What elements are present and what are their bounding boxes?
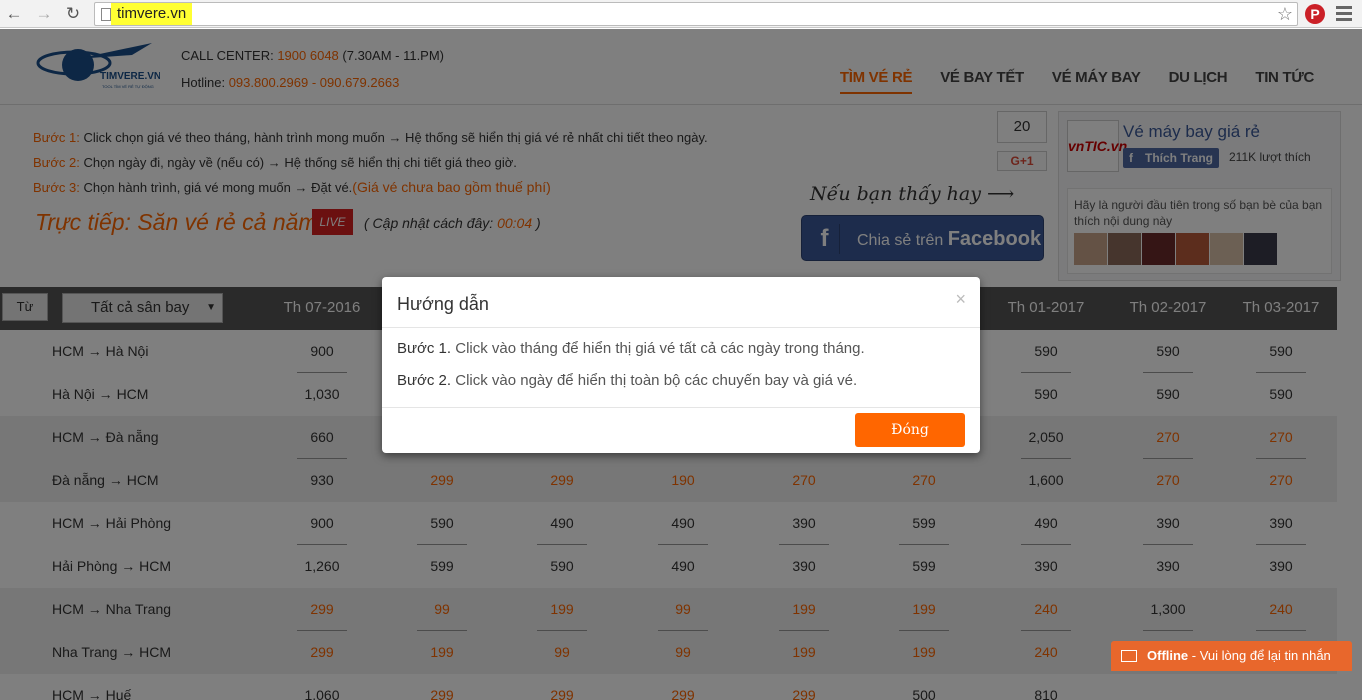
pinterest-icon[interactable]: P: [1305, 4, 1325, 24]
modal-step-text: Click vào ngày để hiển thị toàn bộ các c…: [451, 372, 858, 389]
url-text[interactable]: timvere.vn: [111, 3, 193, 25]
envelope-icon: [1121, 650, 1137, 662]
guide-modal: Hướng dẫn × Bước 1. Click vào tháng để h…: [382, 277, 980, 453]
address-bar[interactable]: timvere.vn ☆: [94, 2, 1298, 26]
chat-message: - Vui lòng để lại tin nhắn: [1188, 648, 1331, 663]
close-icon[interactable]: ×: [955, 289, 966, 310]
chat-widget[interactable]: Offline - Vui lòng để lại tin nhắn: [1111, 641, 1352, 671]
divider: [382, 327, 980, 328]
chat-status: Offline: [1147, 648, 1189, 663]
modal-step-text: Click vào tháng để hiển thị giá vé tất c…: [451, 340, 865, 357]
browser-toolbar: ← → ↻ timvere.vn ☆ P: [0, 0, 1362, 28]
forward-icon[interactable]: →: [34, 4, 54, 24]
browser-menu-icon[interactable]: [1336, 6, 1352, 22]
bookmark-star-icon[interactable]: ☆: [1277, 3, 1293, 25]
back-icon[interactable]: ←: [4, 4, 24, 24]
modal-step-label: Bước 1.: [397, 340, 452, 357]
modal-title: Hướng dẫn: [397, 294, 489, 314]
modal-step-2: Bước 2. Click vào ngày để hiển thị toàn …: [397, 372, 857, 389]
close-modal-button[interactable]: Đóng: [855, 413, 965, 447]
modal-step-1: Bước 1. Click vào tháng để hiển thị giá …: [397, 340, 865, 357]
reload-icon[interactable]: ↻: [63, 4, 83, 24]
divider: [382, 407, 980, 408]
modal-step-label: Bước 2.: [397, 372, 452, 389]
page-icon: [101, 8, 111, 21]
